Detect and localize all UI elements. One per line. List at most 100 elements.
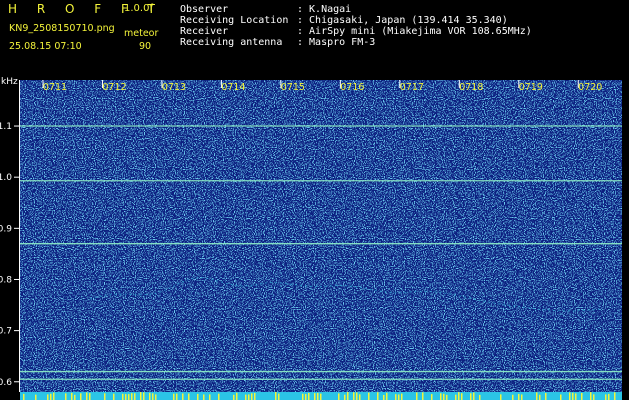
- intensity-bar-tick: [320, 393, 322, 400]
- intensity-bar-tick: [218, 393, 220, 400]
- intensity-bar-tick: [590, 392, 592, 400]
- intensity-bar-tick: [248, 394, 250, 400]
- intensity-bar-tick: [89, 393, 91, 400]
- intensity-bar-tick: [614, 392, 616, 400]
- intensity-bar-tick: [113, 393, 115, 400]
- intensity-bar-tick: [74, 394, 76, 400]
- intensity-bar-tick: [536, 392, 538, 400]
- intensity-bar-tick: [233, 394, 235, 400]
- y-tick-label: 1.0: [0, 173, 12, 183]
- x-tick-label: 0714: [221, 82, 245, 93]
- intensity-bar-tick: [593, 394, 595, 400]
- intensity-bar-tick: [338, 393, 340, 400]
- intensity-bar-tick: [521, 394, 523, 400]
- spectrogram-noise: [20, 80, 622, 392]
- intensity-bar-tick: [122, 393, 124, 400]
- intensity-bar-tick: [455, 394, 457, 400]
- intensity-bar-tick: [368, 392, 370, 400]
- x-tick-label: 0711: [43, 82, 67, 93]
- info-observer-value: : K.Nagai: [297, 4, 352, 15]
- intensity-bar-tick: [560, 394, 562, 400]
- intensity-bar-tick: [314, 393, 316, 400]
- intensity-bar-tick: [104, 393, 106, 400]
- intensity-bar-tick: [131, 393, 133, 400]
- intensity-bar-tick: [605, 394, 607, 400]
- intensity-bar-tick: [317, 392, 319, 400]
- intensity-bar-tick: [245, 394, 247, 400]
- intensity-bar-tick: [305, 394, 307, 400]
- intensity-bar-tick: [182, 393, 184, 400]
- intensity-bar-tick: [344, 394, 346, 400]
- intensity-bar-tick: [512, 394, 514, 400]
- intensity-bar-tick: [575, 393, 577, 400]
- intensity-bar-tick: [443, 393, 445, 400]
- intensity-bar-tick: [608, 393, 610, 400]
- bottom-intensity-bar: [20, 392, 622, 400]
- x-tick-label: 0715: [281, 82, 305, 93]
- intensity-bar-tick: [383, 394, 385, 400]
- intensity-bar-tick: [47, 394, 49, 400]
- intensity-bar-tick: [398, 394, 400, 400]
- intensity-bar-tick: [416, 392, 418, 400]
- intensity-bar-tick: [545, 392, 547, 400]
- intensity-bar-tick: [173, 393, 175, 400]
- header-panel: H R O F F T 1.0.0f KN9_2508150710.png 25…: [0, 0, 629, 74]
- intensity-bar-tick: [53, 392, 55, 400]
- intensity-bar-tick: [473, 392, 475, 400]
- intensity-bar-tick: [65, 393, 67, 400]
- intensity-bar-tick: [35, 394, 37, 400]
- intensity-bar-tick: [440, 393, 442, 400]
- x-tick-label: 0716: [340, 82, 364, 93]
- intensity-bar-tick: [209, 394, 211, 400]
- intensity-bar-tick: [143, 392, 145, 400]
- intensity-bar-tick: [446, 394, 448, 400]
- y-tick-label: 0.8: [0, 275, 12, 285]
- info-location-value: : Chigasaki, Japan (139.414 35.340): [297, 15, 508, 26]
- intensity-bar-tick: [80, 393, 82, 400]
- y-axis-unit: kHz: [1, 77, 18, 87]
- mode-label: meteor: [124, 28, 159, 39]
- intensity-bar-tick: [275, 392, 277, 400]
- info-receiver-value: : AirSpy mini (Miakejima VOR 108.65MHz): [297, 26, 532, 37]
- spectrogram-plot: 1.1 1.0 0.9 0.8 0.7 0.6 kHz 0711 0712 0713 0714 0…: [0, 77, 622, 400]
- intensity-bar-tick: [278, 393, 280, 400]
- intensity-bar-tick: [254, 392, 256, 400]
- intensity-bar-tick: [152, 393, 154, 400]
- info-location-label: Receiving Location: [180, 15, 289, 26]
- intensity-bar-tick: [569, 392, 571, 400]
- intensity-bar-tick: [386, 392, 388, 400]
- x-tick-label: 0713: [162, 82, 186, 93]
- version-label: 1.0.0f: [124, 3, 153, 14]
- intensity-bar-tick: [572, 392, 574, 400]
- intensity-bar-tick: [128, 394, 130, 400]
- value-label: 90: [139, 41, 152, 52]
- intensity-bar-tick: [308, 392, 310, 400]
- intensity-bar-tick: [500, 394, 502, 400]
- datetime-label: 25.08.15 07:10: [9, 41, 82, 52]
- info-antenna-label: Receiving antenna: [180, 37, 283, 48]
- intensity-bar-tick: [188, 393, 190, 400]
- intensity-bar-tick: [581, 392, 583, 400]
- x-tick-label: 0712: [102, 82, 126, 93]
- intensity-bar-tick: [359, 394, 361, 400]
- intensity-bar-tick: [86, 392, 88, 400]
- info-antenna-value: : Maspro FM-3: [297, 37, 376, 48]
- intensity-bar-tick: [197, 393, 199, 400]
- intensity-bar-tick: [431, 394, 433, 400]
- x-tick-label: 0719: [519, 82, 543, 93]
- filename-label: KN9_2508150710.png: [9, 23, 115, 34]
- intensity-bar-tick: [140, 392, 142, 400]
- y-axis: 1.1 1.0 0.9 0.8 0.7 0.6: [0, 80, 20, 392]
- intensity-bar-tick: [50, 393, 52, 400]
- intensity-bar-tick: [71, 392, 73, 400]
- x-tick-label: 0718: [459, 82, 483, 93]
- intensity-bar-tick: [518, 393, 520, 400]
- intensity-bar-tick: [125, 394, 127, 400]
- intensity-bar-tick: [302, 393, 304, 400]
- intensity-bar-tick: [470, 393, 472, 400]
- intensity-bar-tick: [155, 394, 157, 400]
- info-receiver-label: Receiver: [180, 26, 229, 37]
- intensity-bar-tick: [203, 394, 205, 400]
- intensity-bar-tick: [176, 393, 178, 400]
- intensity-bar-tick: [356, 392, 358, 400]
